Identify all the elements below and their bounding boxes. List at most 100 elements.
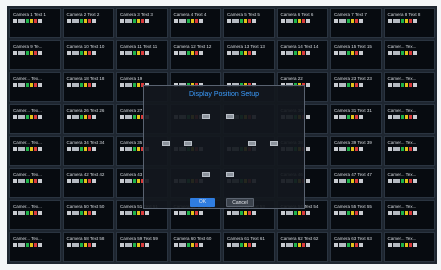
camera-tile[interactable]: Camera 14 Text 14: [276, 40, 328, 70]
camera-label: Camera 22: [280, 76, 303, 81]
cancel-button[interactable]: Cancel: [226, 198, 254, 207]
camera-tile[interactable]: Camer... Tex...: [383, 200, 435, 230]
status-icons: [387, 19, 417, 23]
camera-label: Camera 55 Text 55: [334, 204, 372, 209]
camera-tile[interactable]: Camera 47 Text 47: [330, 168, 382, 198]
camera-label: Camera 2 Text 2: [66, 12, 100, 17]
camera-tile[interactable]: Camera 10 Text 10: [62, 40, 114, 70]
status-icons: [173, 51, 203, 55]
status-icons: [66, 19, 96, 23]
camera-tile[interactable]: Camer... Tex...: [9, 136, 61, 166]
camera-tile[interactable]: Camera 18 Text 18: [62, 72, 114, 102]
position-top-right-indicator[interactable]: [226, 114, 234, 119]
camera-tile[interactable]: Camera 13 Text 13: [223, 40, 275, 70]
camera-tile[interactable]: Camer... Tex...: [383, 104, 435, 134]
camera-tile[interactable]: Camera 39 Text 39: [330, 136, 382, 166]
position-top-left-indicator[interactable]: [202, 114, 210, 119]
camera-label: Camera 12 Text 12: [173, 44, 212, 49]
camera-tile[interactable]: Camera 7 Text 7: [330, 8, 382, 38]
camera-label: Camera 19: [120, 76, 143, 81]
status-icons: [13, 147, 42, 151]
status-icons: [334, 115, 363, 119]
camera-tile[interactable]: Camera 42 Text 42: [62, 168, 114, 198]
camera-tile[interactable]: Camer... Tex...: [9, 72, 61, 102]
position-bottom-left-indicator[interactable]: [202, 172, 210, 177]
dialog-title: Display Position Setup: [188, 91, 260, 98]
camera-label: Camera 14 Text 14: [280, 44, 319, 49]
camera-tile[interactable]: Camera 50 Text 50: [62, 200, 114, 230]
camera-label: Camera 58 Text 58: [66, 236, 105, 241]
camera-tile[interactable]: Camera 3 Text 3: [116, 8, 168, 38]
status-icons: [173, 243, 203, 247]
position-right-indicator[interactable]: [248, 141, 256, 146]
position-bottom-right-indicator[interactable]: [226, 172, 234, 177]
camera-tile[interactable]: Camer... Tex...: [9, 104, 61, 134]
status-icons: [66, 243, 96, 247]
camera-label: Camera 13 Text 13: [227, 44, 265, 49]
camera-tile[interactable]: Camer... Tex...: [9, 168, 61, 198]
camera-label: Camera 15 Text 15: [334, 44, 372, 49]
camera-label: Camera 31 Text 31: [334, 108, 372, 113]
status-icons: [334, 147, 363, 151]
camera-tile[interactable]: Camer... Tex...: [383, 72, 435, 102]
camera-tile[interactable]: Camer... Tex...: [383, 136, 435, 166]
status-icons: [13, 179, 42, 183]
position-left-indicator[interactable]: [162, 141, 170, 146]
camera-tile[interactable]: Camera 59 Text 59: [116, 232, 168, 262]
status-icons: [120, 51, 149, 55]
status-icons: [387, 51, 417, 55]
status-icons: [13, 243, 42, 247]
status-icons: [227, 19, 256, 23]
camera-tile[interactable]: Camera 1 Text 1: [9, 8, 61, 38]
camera-tile[interactable]: Camera 5 Text 5: [223, 8, 275, 38]
camera-tile[interactable]: Camera 11 Text 11: [116, 40, 168, 70]
camera-label: Camera 8 Text 8: [387, 12, 421, 17]
camera-tile[interactable]: Camera 9 Te...: [9, 40, 61, 70]
status-icons: [120, 211, 149, 215]
camera-label: Camera 59 Text 59: [120, 236, 158, 241]
status-icons: [66, 83, 96, 87]
display-position-dialog: Display Position Setup: [143, 85, 305, 209]
camera-tile[interactable]: Camera 2 Text 2: [62, 8, 114, 38]
status-icons: [227, 211, 256, 215]
camera-tile[interactable]: Camera 6 Text 6: [276, 8, 328, 38]
position-left2-indicator[interactable]: [184, 141, 192, 146]
camera-label: Camera 61 Text 61: [227, 236, 265, 241]
status-icons: [227, 243, 256, 247]
camera-tile[interactable]: Camer... Tex...: [383, 40, 435, 70]
camera-tile[interactable]: Camera 12 Text 12: [169, 40, 221, 70]
camera-label: Camera 35: [120, 140, 143, 145]
camera-tile[interactable]: Camera 62 Text 62: [276, 232, 328, 262]
camera-tile[interactable]: Camer... Tex...: [9, 232, 61, 262]
camera-tile[interactable]: Camera 8 Text 8: [383, 8, 435, 38]
camera-label: Camer... Tex...: [13, 140, 42, 145]
camera-label: Camera 42 Text 42: [66, 172, 105, 177]
camera-tile[interactable]: Camera 60 Text 60: [169, 232, 221, 262]
camera-label: Camera 18 Text 18: [66, 76, 105, 81]
camera-tile[interactable]: Camera 15 Text 15: [330, 40, 382, 70]
camera-label: Camera 7 Text 7: [334, 12, 367, 17]
status-icons: [66, 179, 96, 183]
camera-label: Camera 11 Text 11: [120, 44, 158, 49]
camera-tile[interactable]: Camer... Tex...: [9, 200, 61, 230]
camera-tile[interactable]: Camera 31 Text 31: [330, 104, 382, 134]
ok-button[interactable]: OK: [190, 198, 215, 207]
camera-tile[interactable]: Camera 55 Text 55: [330, 200, 382, 230]
camera-tile[interactable]: Camera 61 Text 61: [223, 232, 275, 262]
camera-tile[interactable]: Camer... Tex...: [383, 168, 435, 198]
status-icons: [334, 243, 363, 247]
status-icons: [387, 147, 417, 151]
status-icons: [66, 147, 96, 151]
camera-label: Camera 50 Text 50: [66, 204, 105, 209]
camera-tile[interactable]: Camera 26 Text 26: [62, 104, 114, 134]
camera-tile[interactable]: Camera 34 Text 34: [62, 136, 114, 166]
position-right2-indicator[interactable]: [270, 141, 278, 146]
camera-tile[interactable]: Camera 4 Text 4: [169, 8, 221, 38]
camera-tile[interactable]: Camera 23 Text 23: [330, 72, 382, 102]
camera-tile[interactable]: Camera 63 Text 63: [330, 232, 382, 262]
camera-label: Camer... Tex...: [13, 108, 42, 113]
camera-tile[interactable]: Camer... Tex...: [383, 232, 435, 262]
camera-label: Camer... Tex...: [387, 236, 417, 241]
camera-tile[interactable]: Camera 58 Text 58: [62, 232, 114, 262]
camera-label: Camera 47 Text 47: [334, 172, 372, 177]
